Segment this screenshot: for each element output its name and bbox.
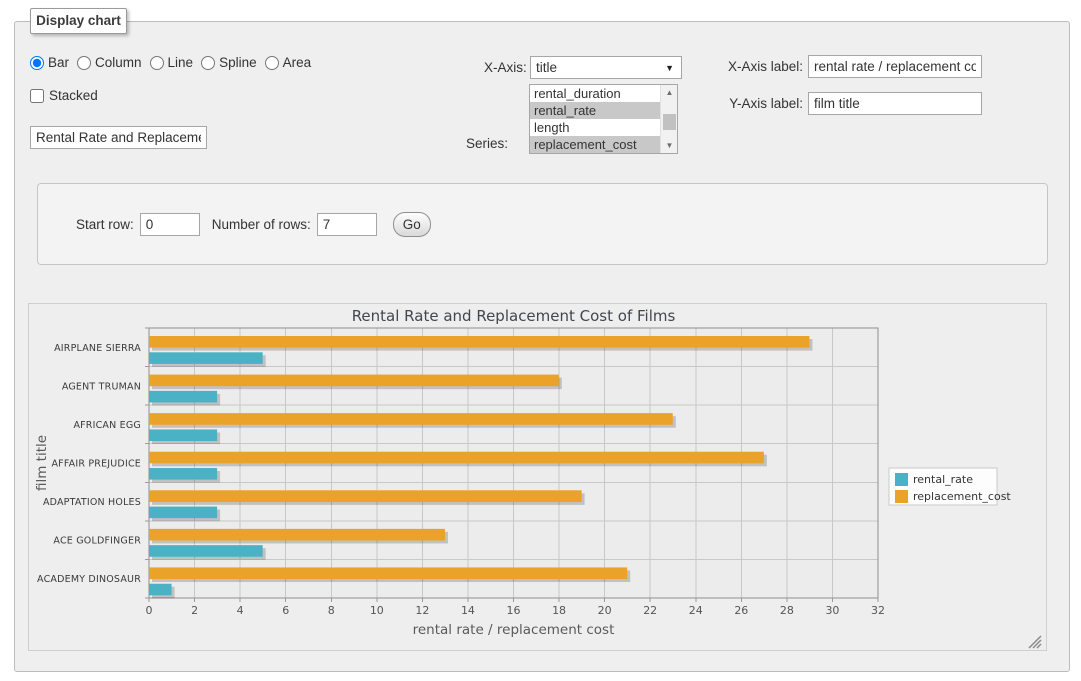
category-label-5: ACE GOLDFINGER (53, 536, 141, 547)
chart-type-radio-area[interactable] (265, 56, 279, 70)
chart-title-input[interactable] (30, 126, 207, 149)
chart-type-option-line: Line (150, 55, 194, 70)
legend-label-rental_rate: rental_rate (913, 473, 973, 486)
bar-replacement_cost-5 (149, 529, 445, 541)
x-tick-label: 12 (415, 604, 429, 617)
series-options: rental_durationrental_ratelengthreplacem… (530, 85, 660, 153)
x-axis-label-label: X-Axis label: (723, 59, 803, 74)
series-option-rental_rate[interactable]: rental_rate (530, 102, 660, 119)
x-tick-label: 30 (825, 604, 839, 617)
y-axis-label-label: Y-Axis label: (723, 96, 803, 111)
stacked-checkbox[interactable] (30, 89, 44, 103)
bar-replacement_cost-3 (149, 452, 764, 464)
start-row-input[interactable] (140, 213, 200, 236)
start-row-label: Start row: (76, 217, 134, 232)
legend-label-replacement_cost: replacement_cost (913, 490, 1011, 503)
x-tick-label: 8 (328, 604, 335, 617)
series-option-replacement_cost[interactable]: replacement_cost (530, 136, 660, 153)
chart-type-radio-spline[interactable] (201, 56, 215, 70)
category-label-1: AGENT TRUMAN (62, 381, 141, 392)
x-tick-label: 26 (734, 604, 748, 617)
num-rows-input[interactable] (317, 213, 377, 236)
go-button[interactable]: Go (393, 212, 431, 237)
bar-rental_rate-6 (149, 584, 172, 596)
x-axis-select[interactable]: title ▼ (530, 56, 682, 79)
bar-chart: 02468101214161820222426283032AIRPLANE SI… (29, 304, 1046, 650)
bar-rental_rate-2 (149, 429, 217, 441)
resize-grip-icon[interactable] (1033, 640, 1041, 648)
x-tick-label: 20 (598, 604, 612, 617)
bar-replacement_cost-4 (149, 490, 582, 502)
series-scrollbar[interactable]: ▲ ▼ (660, 85, 677, 153)
category-label-0: AIRPLANE SIERRA (54, 343, 141, 354)
chart-type-radio-line[interactable] (150, 56, 164, 70)
chart-type-option-area: Area (265, 55, 312, 70)
chart-type-option-bar: Bar (30, 55, 69, 70)
bar-replacement_cost-6 (149, 567, 627, 579)
x-tick-label: 0 (146, 604, 153, 617)
series-option-rental_duration[interactable]: rental_duration (530, 85, 660, 102)
y-axis-label-input[interactable] (808, 92, 982, 115)
x-axis-title: rental rate / replacement cost (413, 622, 615, 638)
scroll-down-icon[interactable]: ▼ (661, 138, 678, 153)
x-tick-label: 10 (370, 604, 384, 617)
x-tick-label: 32 (871, 604, 885, 617)
bar-rental_rate-4 (149, 507, 217, 519)
series-option-length[interactable]: length (530, 119, 660, 136)
chart-type-radio-label: Spline (219, 55, 257, 70)
x-tick-label: 28 (780, 604, 794, 617)
x-tick-label: 6 (282, 604, 289, 617)
x-tick-label: 24 (689, 604, 703, 617)
x-axis-select-label: X-Axis: (484, 60, 527, 75)
x-axis-label-input[interactable] (808, 55, 982, 78)
x-tick-label: 2 (191, 604, 198, 617)
rows-panel: Start row: Number of rows: Go (37, 183, 1048, 265)
chart-type-radio-bar[interactable] (30, 56, 44, 70)
x-tick-label: 14 (461, 604, 475, 617)
bar-rental_rate-0 (149, 352, 263, 364)
x-tick-label: 4 (237, 604, 244, 617)
stacked-checkbox-row: Stacked (30, 88, 98, 103)
category-label-2: AFRICAN EGG (73, 420, 141, 431)
stacked-label: Stacked (49, 88, 98, 103)
chart-title: Rental Rate and Replacement Cost of Film… (352, 307, 676, 325)
bar-replacement_cost-2 (149, 413, 673, 425)
scrollbar-thumb[interactable] (663, 114, 676, 130)
series-select-label: Series: (466, 136, 508, 151)
category-label-6: ACADEMY DINOSAUR (37, 574, 141, 585)
num-rows-label: Number of rows: (212, 217, 311, 232)
scroll-up-icon[interactable]: ▲ (661, 85, 678, 100)
x-axis-selected-value: title (536, 60, 665, 75)
x-tick-label: 22 (643, 604, 657, 617)
chart-type-option-column: Column (77, 55, 142, 70)
chevron-down-icon: ▼ (665, 63, 674, 73)
chart-type-radio-column[interactable] (77, 56, 91, 70)
bar-replacement_cost-1 (149, 375, 559, 387)
chart-type-radio-label: Column (95, 55, 142, 70)
bar-rental_rate-5 (149, 545, 263, 557)
y-axis-title: film title (34, 435, 50, 491)
legend-swatch-rental_rate (895, 473, 908, 486)
chart-panel: 02468101214161820222426283032AIRPLANE SI… (28, 303, 1047, 651)
x-tick-label: 18 (552, 604, 566, 617)
resize-grip-icon[interactable] (1037, 644, 1041, 648)
x-tick-label: 16 (507, 604, 521, 617)
chart-type-radio-label: Bar (48, 55, 69, 70)
chart-type-radio-label: Line (168, 55, 194, 70)
legend-swatch-replacement_cost (895, 490, 908, 503)
chart-type-radio-label: Area (283, 55, 312, 70)
chart-type-option-spline: Spline (201, 55, 257, 70)
bar-replacement_cost-0 (149, 336, 809, 348)
chart-type-radio-group: Bar Column Line Spline Area (30, 55, 317, 70)
display-chart-legend: Display chart (30, 8, 127, 34)
category-label-3: AFFAIR PREJUDICE (51, 459, 141, 470)
category-label-4: ADAPTATION HOLES (43, 497, 141, 508)
bar-rental_rate-1 (149, 391, 217, 403)
series-listbox[interactable]: rental_durationrental_ratelengthreplacem… (529, 84, 678, 154)
bar-rental_rate-3 (149, 468, 217, 480)
